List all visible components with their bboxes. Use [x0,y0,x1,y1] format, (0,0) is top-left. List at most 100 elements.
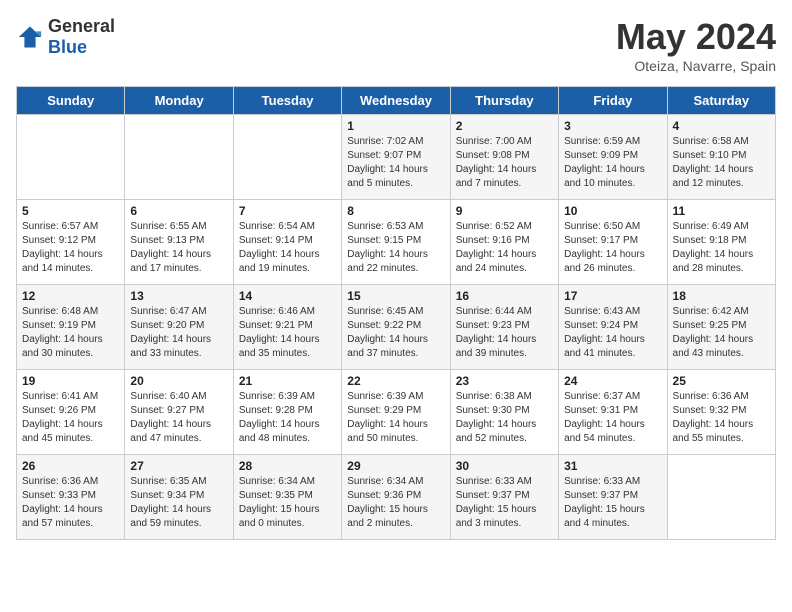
calendar-cell: 30Sunrise: 6:33 AMSunset: 9:37 PMDayligh… [450,455,558,540]
calendar-cell: 23 Sunrise: 6:38 AMSunset: 9:30 PMDayligh… [450,370,558,455]
calendar-cell: 28 Sunrise: 6:34 AMSunset: 9:35 PMDayligh… [233,455,341,540]
day-number: 28 [239,459,336,473]
calendar-week-row: 19 Sunrise: 6:41 AMSunset: 9:26 PMDayligh… [17,370,776,455]
calendar-cell: 15 Sunrise: 6:45 AMSunset: 9:22 PMDayligh… [342,285,450,370]
calendar-cell: 16Sunrise: 6:44 AMSunset: 9:23 PMDayligh… [450,285,558,370]
calendar-cell: 13 Sunrise: 6:47 AMSunset: 9:20 PMDayligh… [125,285,233,370]
calendar-cell: 17Sunrise: 6:43 AMSunset: 9:24 PMDayligh… [559,285,667,370]
day-info: Sunrise: 6:50 AMSunset: 9:17 PMDaylight:… [564,220,661,276]
calendar-week-row: 12 Sunrise: 6:48 AMSunset: 9:19 PMDayligh… [17,285,776,370]
day-number: 24 [564,374,661,388]
col-header-tuesday: Tuesday [233,87,341,115]
day-number: 22 [347,374,444,388]
calendar-cell: 27 Sunrise: 6:35 AMSunset: 9:34 PMDayligh… [125,455,233,540]
col-header-monday: Monday [125,87,233,115]
day-number: 29 [347,459,444,473]
calendar-cell: 31Sunrise: 6:33 AMSunset: 9:37 PMDayligh… [559,455,667,540]
day-number: 21 [239,374,336,388]
calendar-cell: 2Sunrise: 7:00 AMSunset: 9:08 PMDaylight… [450,115,558,200]
calendar-cell: 6 Sunrise: 6:55 AMSunset: 9:13 PMDaylight… [125,200,233,285]
day-info: Sunrise: 6:36 AMSunset: 9:33 PMDaylight:… [22,475,119,531]
day-number: 5 [22,204,119,218]
calendar-cell: 8Sunrise: 6:53 AMSunset: 9:15 PMDaylight… [342,200,450,285]
calendar-week-row: 26 Sunrise: 6:36 AMSunset: 9:33 PMDayligh… [17,455,776,540]
day-info: Sunrise: 6:39 AMSunset: 9:28 PMDaylight:… [239,390,336,446]
day-number: 12 [22,289,119,303]
col-header-wednesday: Wednesday [342,87,450,115]
day-number: 20 [130,374,227,388]
day-info: Sunrise: 6:36 AMSunset: 9:32 PMDaylight:… [673,390,770,446]
calendar-cell: 20 Sunrise: 6:40 AMSunset: 9:27 PMDayligh… [125,370,233,455]
day-number: 19 [22,374,119,388]
calendar-week-row: 5 Sunrise: 6:57 AMSunset: 9:12 PMDaylight… [17,200,776,285]
day-info: Sunrise: 6:33 AMSunset: 9:37 PMDaylight:… [456,475,553,531]
day-number: 6 [130,204,227,218]
day-info: Sunrise: 6:47 AMSunset: 9:20 PMDaylight:… [130,305,227,361]
day-info: Sunrise: 6:37 AMSunset: 9:31 PMDaylight:… [564,390,661,446]
day-number: 1 [347,119,444,133]
main-title: May 2024 [616,16,776,58]
day-number: 31 [564,459,661,473]
day-info: Sunrise: 6:48 AMSunset: 9:19 PMDaylight:… [22,305,119,361]
page-header: General Blue May 2024 Oteiza, Navarre, S… [16,16,776,74]
calendar-cell: 19 Sunrise: 6:41 AMSunset: 9:26 PMDayligh… [17,370,125,455]
calendar-cell: 26 Sunrise: 6:36 AMSunset: 9:33 PMDayligh… [17,455,125,540]
day-info: Sunrise: 6:59 AMSunset: 9:09 PMDaylight:… [564,135,661,191]
day-number: 23 [456,374,553,388]
day-number: 26 [22,459,119,473]
day-number: 16 [456,289,553,303]
day-number: 15 [347,289,444,303]
calendar-cell: 9 Sunrise: 6:52 AMSunset: 9:16 PMDaylight… [450,200,558,285]
day-info: Sunrise: 7:00 AMSunset: 9:08 PMDaylight:… [456,135,553,191]
day-info: Sunrise: 6:38 AMSunset: 9:30 PMDaylight:… [456,390,553,446]
day-number: 14 [239,289,336,303]
day-number: 13 [130,289,227,303]
logo-icon [16,23,44,51]
day-info: Sunrise: 6:40 AMSunset: 9:27 PMDaylight:… [130,390,227,446]
day-number: 10 [564,204,661,218]
logo-text: General Blue [48,16,115,58]
calendar-header-row: SundayMondayTuesdayWednesdayThursdayFrid… [17,87,776,115]
day-info: Sunrise: 6:55 AMSunset: 9:13 PMDaylight:… [130,220,227,276]
day-info: Sunrise: 6:34 AMSunset: 9:35 PMDaylight:… [239,475,336,531]
day-number: 4 [673,119,770,133]
col-header-friday: Friday [559,87,667,115]
calendar-cell: 29Sunrise: 6:34 AMSunset: 9:36 PMDayligh… [342,455,450,540]
day-info: Sunrise: 6:45 AMSunset: 9:22 PMDaylight:… [347,305,444,361]
col-header-saturday: Saturday [667,87,775,115]
calendar-cell: 3Sunrise: 6:59 AMSunset: 9:09 PMDaylight… [559,115,667,200]
day-number: 25 [673,374,770,388]
calendar-cell: 14Sunrise: 6:46 AMSunset: 9:21 PMDayligh… [233,285,341,370]
day-info: Sunrise: 6:42 AMSunset: 9:25 PMDaylight:… [673,305,770,361]
calendar-cell [233,115,341,200]
col-header-sunday: Sunday [17,87,125,115]
day-info: Sunrise: 6:41 AMSunset: 9:26 PMDaylight:… [22,390,119,446]
col-header-thursday: Thursday [450,87,558,115]
calendar-cell: 4Sunrise: 6:58 AMSunset: 9:10 PMDaylight… [667,115,775,200]
calendar-cell: 1 Sunrise: 7:02 AMSunset: 9:07 PMDaylight… [342,115,450,200]
day-number: 9 [456,204,553,218]
day-info: Sunrise: 6:57 AMSunset: 9:12 PMDaylight:… [22,220,119,276]
calendar-cell: 11 Sunrise: 6:49 AMSunset: 9:18 PMDayligh… [667,200,775,285]
day-info: Sunrise: 6:52 AMSunset: 9:16 PMDaylight:… [456,220,553,276]
calendar-cell: 7 Sunrise: 6:54 AMSunset: 9:14 PMDaylight… [233,200,341,285]
title-area: May 2024 Oteiza, Navarre, Spain [616,16,776,74]
day-info: Sunrise: 6:35 AMSunset: 9:34 PMDaylight:… [130,475,227,531]
calendar-cell [667,455,775,540]
calendar-cell: 24 Sunrise: 6:37 AMSunset: 9:31 PMDayligh… [559,370,667,455]
day-number: 11 [673,204,770,218]
calendar-cell: 10 Sunrise: 6:50 AMSunset: 9:17 PMDayligh… [559,200,667,285]
calendar-cell: 21 Sunrise: 6:39 AMSunset: 9:28 PMDayligh… [233,370,341,455]
day-number: 18 [673,289,770,303]
calendar-cell [17,115,125,200]
day-number: 7 [239,204,336,218]
calendar-week-row: 1 Sunrise: 7:02 AMSunset: 9:07 PMDaylight… [17,115,776,200]
day-info: Sunrise: 6:39 AMSunset: 9:29 PMDaylight:… [347,390,444,446]
logo: General Blue [16,16,115,58]
day-info: Sunrise: 6:54 AMSunset: 9:14 PMDaylight:… [239,220,336,276]
day-info: Sunrise: 6:43 AMSunset: 9:24 PMDaylight:… [564,305,661,361]
day-number: 27 [130,459,227,473]
day-number: 8 [347,204,444,218]
day-info: Sunrise: 6:49 AMSunset: 9:18 PMDaylight:… [673,220,770,276]
day-info: Sunrise: 7:02 AMSunset: 9:07 PMDaylight:… [347,135,444,191]
